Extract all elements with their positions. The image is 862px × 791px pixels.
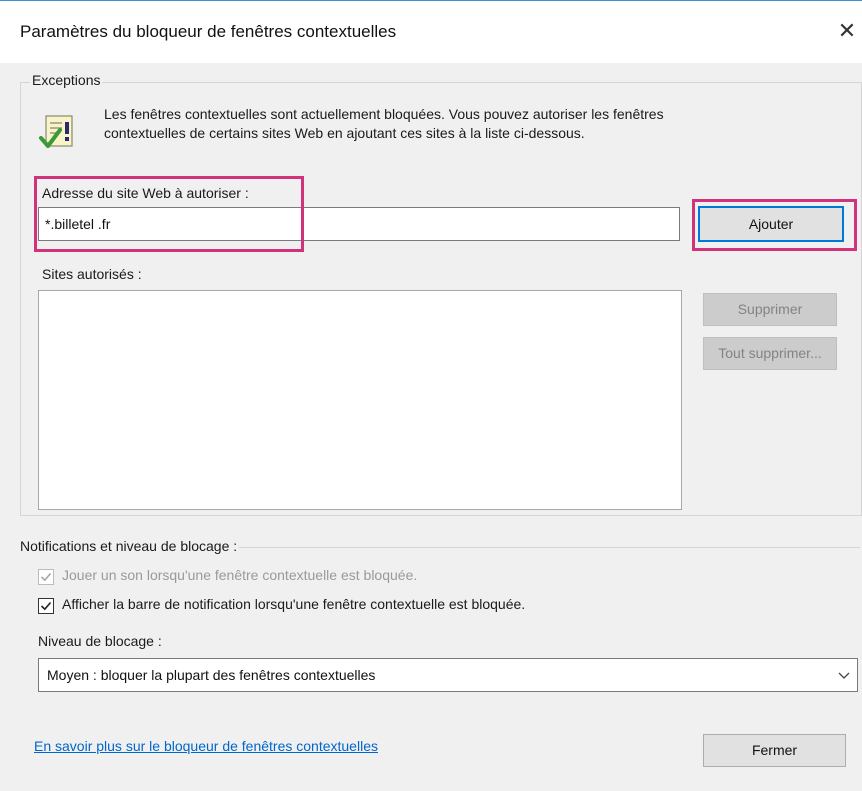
show-notification-bar-checkbox[interactable] bbox=[38, 598, 54, 614]
close-icon[interactable]: ✕ bbox=[836, 19, 858, 43]
remove-all-button[interactable]: Tout supprimer... bbox=[703, 337, 837, 370]
chevron-down-icon bbox=[838, 672, 850, 679]
info-check-icon bbox=[39, 115, 73, 148]
checkmark-icon bbox=[40, 601, 52, 611]
info-text-line1: Les fenêtres contextuelles sont actuelle… bbox=[104, 106, 664, 122]
allowed-sites-list[interactable] bbox=[38, 290, 682, 510]
play-sound-checkbox[interactable] bbox=[38, 569, 54, 585]
play-sound-label: Jouer un son lorsqu'une fenêtre contextu… bbox=[62, 567, 418, 583]
exceptions-group-label: Exceptions bbox=[30, 72, 103, 88]
allowed-sites-label: Sites autorisés : bbox=[42, 266, 142, 282]
notifications-group-label: Notifications et niveau de blocage : bbox=[18, 538, 240, 554]
blocking-level-value: Moyen : bloquer la plupart des fenêtres … bbox=[47, 667, 376, 683]
close-button[interactable]: Fermer bbox=[703, 734, 846, 767]
title-bar: Paramètres du bloqueur de fenêtres conte… bbox=[0, 0, 862, 63]
blocking-level-label: Niveau de blocage : bbox=[38, 633, 162, 649]
address-label: Adresse du site Web à autoriser : bbox=[42, 185, 249, 201]
remove-button[interactable]: Supprimer bbox=[703, 293, 837, 326]
show-notification-bar-label: Afficher la barre de notification lorsqu… bbox=[62, 596, 526, 612]
dialog-title: Paramètres du bloqueur de fenêtres conte… bbox=[20, 22, 397, 41]
add-button[interactable]: Ajouter bbox=[698, 206, 844, 242]
info-text-line2: contextuelles de certains sites Web en a… bbox=[104, 125, 585, 141]
checkmark-icon bbox=[40, 572, 52, 582]
popup-blocker-settings-dialog: Paramètres du bloqueur de fenêtres conte… bbox=[0, 0, 862, 791]
address-input[interactable]: *.billetel .fr bbox=[38, 207, 680, 241]
learn-more-link[interactable]: En savoir plus sur le bloqueur de fenêtr… bbox=[34, 738, 378, 754]
blocking-level-select[interactable]: Moyen : bloquer la plupart des fenêtres … bbox=[38, 658, 858, 692]
